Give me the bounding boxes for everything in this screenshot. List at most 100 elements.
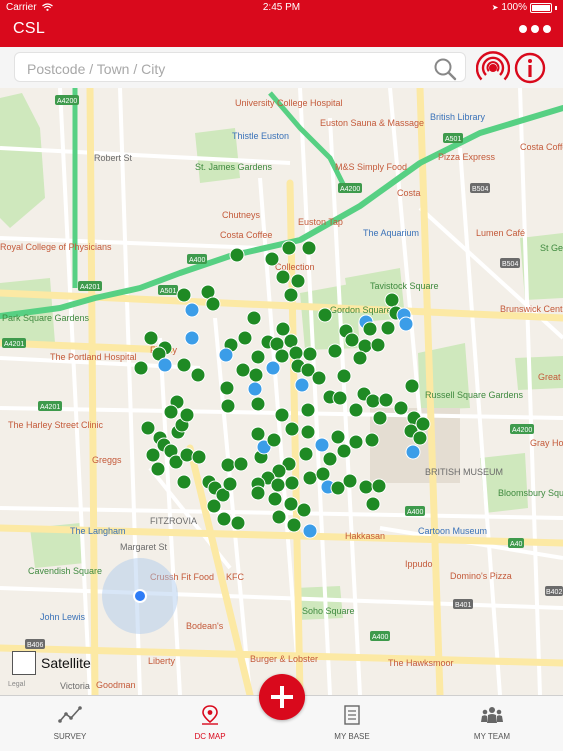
map-marker-green[interactable] <box>302 470 318 486</box>
map-marker-green[interactable] <box>300 424 316 440</box>
tab-my-base[interactable]: MY BASE <box>302 696 402 751</box>
search-icon[interactable] <box>433 57 457 81</box>
map-marker-green[interactable] <box>412 430 428 446</box>
map-marker-green[interactable] <box>271 509 287 525</box>
map-marker-blue[interactable] <box>314 437 330 453</box>
map-marker-blue[interactable] <box>218 347 234 363</box>
map-marker-green[interactable] <box>230 515 246 531</box>
add-button[interactable] <box>259 674 305 720</box>
map-marker-green[interactable] <box>219 380 235 396</box>
map-marker-green[interactable] <box>378 392 394 408</box>
map-marker-green[interactable] <box>191 449 207 465</box>
map-marker-green[interactable] <box>404 378 420 394</box>
map-marker-green[interactable] <box>220 457 236 473</box>
map-marker-green[interactable] <box>274 348 290 364</box>
broadcast-icon[interactable] <box>476 51 510 85</box>
map-marker-green[interactable] <box>311 370 327 386</box>
map-marker-green[interactable] <box>222 476 238 492</box>
map-marker-green[interactable] <box>270 477 286 493</box>
map-marker-green[interactable] <box>274 407 290 423</box>
map-marker-blue[interactable] <box>184 302 200 318</box>
satellite-checkbox[interactable] <box>12 651 36 675</box>
map-marker-green[interactable] <box>358 479 374 495</box>
map-marker-green[interactable] <box>150 461 166 477</box>
map-marker-green[interactable] <box>205 296 221 312</box>
map-marker-blue[interactable] <box>265 360 281 376</box>
map-marker-green[interactable] <box>330 429 346 445</box>
map-marker-green[interactable] <box>143 330 159 346</box>
map-marker-green[interactable] <box>298 446 314 462</box>
map-marker-green[interactable] <box>133 360 149 376</box>
map-marker-green[interactable] <box>352 350 368 366</box>
map-marker-green[interactable] <box>332 390 348 406</box>
map-marker-green[interactable] <box>315 466 331 482</box>
map-marker-blue[interactable] <box>184 330 200 346</box>
map-marker-green[interactable] <box>216 511 232 527</box>
map-marker-blue[interactable] <box>157 357 173 373</box>
map-marker-blue[interactable] <box>294 377 310 393</box>
map-marker-green[interactable] <box>284 421 300 437</box>
map-marker-green[interactable] <box>365 393 381 409</box>
map-marker-blue[interactable] <box>302 523 318 539</box>
tab-dc-map[interactable]: DC MAP <box>160 696 260 751</box>
map-marker-green[interactable] <box>283 496 299 512</box>
map-marker-green[interactable] <box>415 416 431 432</box>
map-marker-green[interactable] <box>336 368 352 384</box>
map-marker-green[interactable] <box>246 310 262 326</box>
map-marker-green[interactable] <box>284 475 300 491</box>
map-marker-green[interactable] <box>290 273 306 289</box>
map-marker-green[interactable] <box>266 432 282 448</box>
map-marker-green[interactable] <box>233 456 249 472</box>
map-marker-green[interactable] <box>300 402 316 418</box>
map-marker-green[interactable] <box>370 337 386 353</box>
map-marker-blue[interactable] <box>405 444 421 460</box>
map-marker-green[interactable] <box>342 473 358 489</box>
map-marker-green[interactable] <box>190 367 206 383</box>
map-marker-blue[interactable] <box>247 381 263 397</box>
map-marker-green[interactable] <box>275 321 291 337</box>
map-marker-green[interactable] <box>264 251 280 267</box>
map-marker-green[interactable] <box>229 247 245 263</box>
map-marker-green[interactable] <box>372 410 388 426</box>
map-marker-green[interactable] <box>371 478 387 494</box>
legal-link[interactable]: Legal <box>8 681 25 688</box>
map-marker-green[interactable] <box>380 320 396 336</box>
map-marker-green[interactable] <box>283 287 299 303</box>
tab-my-team[interactable]: MY TEAM <box>442 696 542 751</box>
map-marker-green[interactable] <box>140 420 156 436</box>
map-marker-green[interactable] <box>286 517 302 533</box>
map-marker-green[interactable] <box>250 426 266 442</box>
map-marker-green[interactable] <box>176 357 192 373</box>
map-marker-green[interactable] <box>365 496 381 512</box>
map-marker-blue[interactable] <box>398 316 414 332</box>
map-marker-green[interactable] <box>206 498 222 514</box>
map-marker-green[interactable] <box>393 400 409 416</box>
map-marker-green[interactable] <box>301 240 317 256</box>
search-field[interactable] <box>14 52 466 82</box>
map-marker-green[interactable] <box>267 491 283 507</box>
map-marker-green[interactable] <box>296 502 312 518</box>
map-marker-green[interactable] <box>176 474 192 490</box>
map-marker-green[interactable] <box>344 332 360 348</box>
map-marker-green[interactable] <box>250 396 266 412</box>
map-marker-green[interactable] <box>317 307 333 323</box>
map-marker-green[interactable] <box>384 292 400 308</box>
map-marker-green[interactable] <box>281 240 297 256</box>
map-marker-green[interactable] <box>327 343 343 359</box>
map-marker-green[interactable] <box>163 404 179 420</box>
map-view[interactable]: A4200 A501 A4201 A400 A501 A4200 A4201 A… <box>0 88 563 695</box>
map-marker-green[interactable] <box>250 349 266 365</box>
satellite-toggle[interactable]: Satellite <box>12 651 91 675</box>
map-marker-green[interactable] <box>322 451 338 467</box>
map-marker-green[interactable] <box>348 434 364 450</box>
map-marker-green[interactable] <box>288 345 304 361</box>
map-marker-green[interactable] <box>235 362 251 378</box>
more-menu-button[interactable] <box>511 21 551 37</box>
map-marker-green[interactable] <box>364 432 380 448</box>
map-marker-green[interactable] <box>336 443 352 459</box>
map-marker-green[interactable] <box>275 269 291 285</box>
map-marker-green[interactable] <box>237 330 253 346</box>
info-icon[interactable] <box>513 51 547 85</box>
map-marker-green[interactable] <box>302 346 318 362</box>
map-marker-green[interactable] <box>348 402 364 418</box>
